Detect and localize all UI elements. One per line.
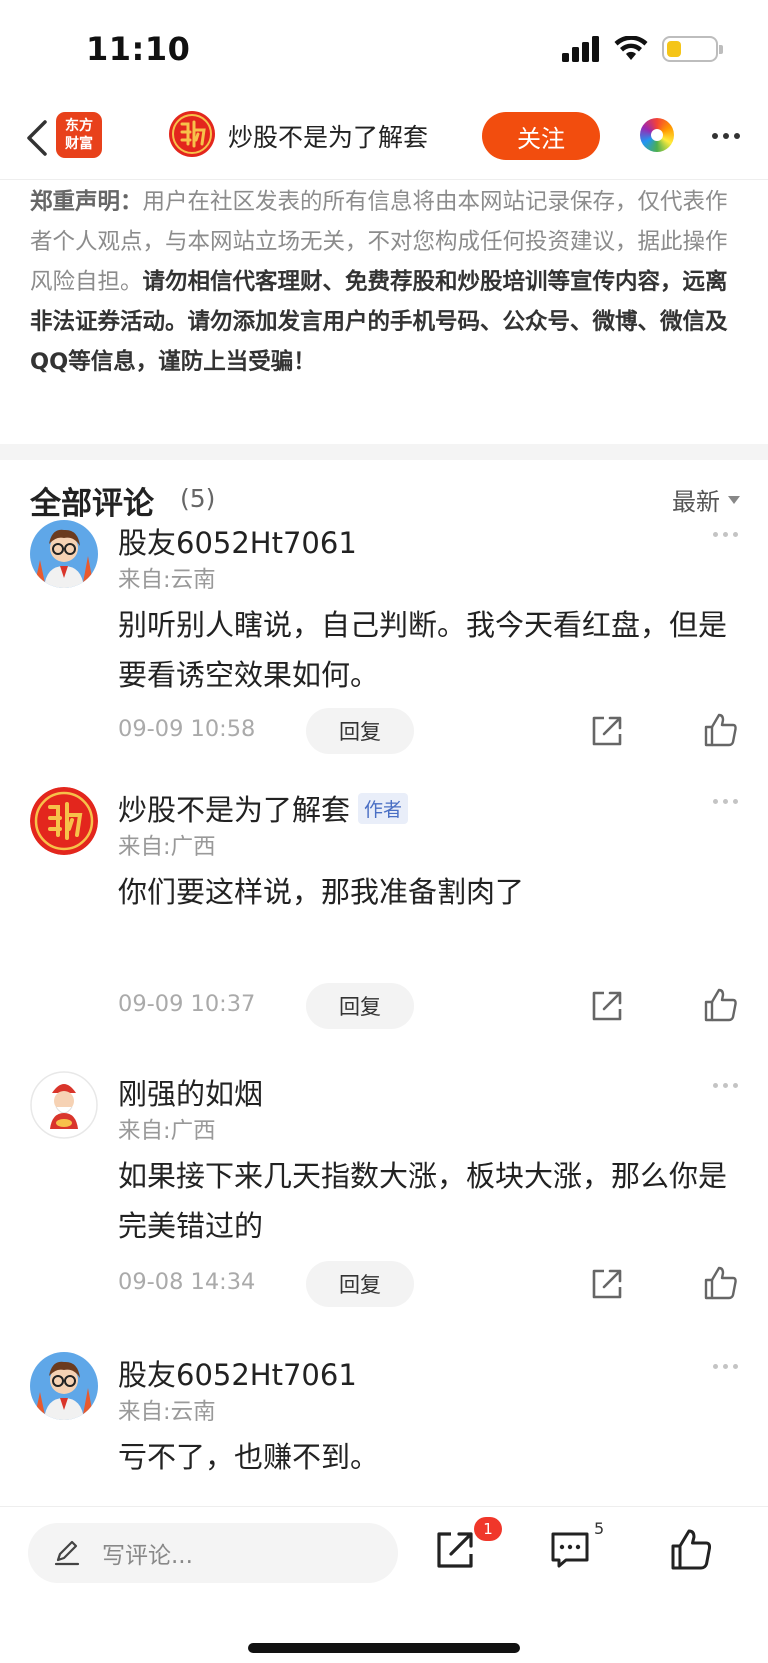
thumbs-up-icon[interactable] (670, 1527, 712, 1571)
comment-time: 09-09 10:37 (118, 991, 256, 1017)
share-count-badge: 1 (474, 1517, 502, 1541)
pen-icon (54, 1540, 80, 1566)
status-bar: 11:10 (0, 0, 768, 100)
comment-time: 09-08 14:34 (118, 1269, 256, 1295)
comment-more-button[interactable] (713, 1083, 738, 1088)
share-icon[interactable] (590, 989, 624, 1023)
user-avatar[interactable] (30, 787, 98, 855)
thumbs-up-icon[interactable] (704, 712, 738, 748)
comment-footer: 09-08 14:34 回复 (0, 1261, 768, 1307)
share-icon[interactable] (590, 714, 624, 748)
dot-icon (733, 1364, 738, 1369)
comment-text: 如果接下来几天指数大涨，板块大涨，那么你是完美错过的 (118, 1159, 728, 1243)
comment-more-button[interactable] (713, 1364, 738, 1369)
comment-username[interactable]: 刚强的如烟 (118, 1071, 263, 1113)
write-comment-placeholder: 写评论... (102, 1543, 193, 1569)
comment-footer: 09-09 10:37 回复 (0, 983, 768, 1029)
battery-icon (662, 36, 723, 62)
thumbs-up-icon[interactable] (704, 987, 738, 1023)
home-indicator (248, 1643, 520, 1653)
dot-icon (733, 799, 738, 804)
app-logo-line2: 财富 (65, 136, 93, 152)
author-badge: 作者 (358, 792, 409, 824)
dot-icon (713, 1364, 718, 1369)
dot-icon (713, 1083, 718, 1088)
user-avatar[interactable] (30, 520, 98, 588)
header-author-name[interactable]: 炒股不是为了解套 (228, 118, 428, 154)
comment-location: 来自:云南 (118, 1399, 216, 1425)
comment-item: 股友6052Ht7061 来自:云南 亏不了，也赚不到。 (0, 1352, 768, 1502)
comments-title: 全部评论 (30, 486, 154, 522)
comment-text: 亏不了，也赚不到。 (118, 1440, 380, 1474)
disclaimer: 郑重声明：用户在社区发表的所有信息将由本网站记录保存，仅代表作者个人观点，与本网… (30, 182, 740, 382)
bottom-bar: 写评论... 1 5 (0, 1506, 768, 1663)
more-options-button[interactable] (706, 116, 746, 156)
comments-count: (5) (180, 484, 216, 513)
dot-icon (733, 532, 738, 537)
caret-down-icon (728, 495, 740, 504)
comment-location: 来自:广西 (118, 1118, 216, 1144)
comments-header: 全部评论 (5) 最新 (30, 476, 740, 526)
dot-icon (723, 532, 728, 537)
section-divider (0, 444, 768, 460)
back-button[interactable] (14, 112, 60, 164)
more-dot-icon (723, 133, 729, 139)
app-logo-line1: 东方 (65, 118, 93, 134)
comment-item: 刚强的如烟 来自:广西 如果接下来几天指数大涨，板块大涨，那么你是完美错过的 0… (0, 1071, 768, 1311)
comment-footer: 09-09 10:58 回复 (0, 708, 768, 754)
comment-count: 5 (594, 1519, 605, 1538)
sort-dropdown[interactable]: 最新 (672, 482, 740, 517)
reply-button[interactable]: 回复 (306, 1261, 414, 1307)
comment-username[interactable]: 股友6052Ht7061 (118, 1352, 357, 1394)
user-avatar[interactable] (30, 1071, 98, 1139)
share-icon[interactable] (590, 1267, 624, 1301)
dot-icon (723, 1364, 728, 1369)
user-avatar[interactable] (30, 1352, 98, 1420)
comment-username-text: 股友6052Ht7061 (118, 526, 357, 560)
wifi-icon (614, 36, 648, 60)
follow-button[interactable]: 关注 (482, 112, 600, 160)
comment-username[interactable]: 炒股不是为了解套 作者 (118, 787, 409, 829)
signal-icon (562, 36, 599, 62)
sort-label: 最新 (672, 488, 720, 516)
more-dot-icon (712, 133, 718, 139)
reply-button[interactable]: 回复 (306, 708, 414, 754)
comment-icon[interactable] (550, 1531, 590, 1569)
comment-username-text: 股友6052Ht7061 (118, 1358, 357, 1392)
nav-bar: 东方 财富 炒股不是为了解套 关注 (0, 100, 768, 180)
dot-icon (713, 799, 718, 804)
dot-icon (723, 799, 728, 804)
comment-item: 股友6052Ht7061 来自:云南 别听别人瞎说，自己判断。我今天看红盘，但是… (0, 520, 768, 760)
author-avatar[interactable] (168, 110, 216, 158)
more-dot-icon (734, 133, 740, 139)
comment-item: 炒股不是为了解套 作者 来自:广西 你们要这样说，那我准备割肉了 09-09 1… (0, 787, 768, 1029)
battery-level (667, 41, 681, 57)
dot-icon (723, 1083, 728, 1088)
comment-username-text: 炒股不是为了解套 (118, 793, 351, 827)
write-comment-input[interactable]: 写评论... (28, 1523, 398, 1583)
comment-time: 09-09 10:58 (118, 716, 256, 742)
reply-button[interactable]: 回复 (306, 983, 414, 1029)
comment-more-button[interactable] (713, 799, 738, 804)
comment-more-button[interactable] (713, 532, 738, 537)
color-wheel-icon[interactable] (640, 118, 674, 152)
comment-username[interactable]: 股友6052Ht7061 (118, 520, 357, 562)
dot-icon (713, 532, 718, 537)
comment-username-text: 刚强的如烟 (118, 1077, 264, 1111)
comment-text: 你们要这样说，那我准备割肉了 (118, 875, 525, 909)
dot-icon (733, 1083, 738, 1088)
comment-location: 来自:云南 (118, 567, 216, 593)
comment-text: 别听别人瞎说，自己判断。我今天看红盘，但是要看诱空效果如何。 (118, 608, 728, 692)
status-icons (562, 36, 723, 62)
thumbs-up-icon[interactable] (704, 1265, 738, 1301)
comment-location: 来自:广西 (118, 834, 216, 860)
app-logo[interactable]: 东方 财富 (56, 112, 102, 158)
back-chevron-icon (27, 120, 47, 156)
disclaimer-lead: 郑重声明： (30, 189, 143, 215)
status-time: 11:10 (86, 30, 191, 68)
share-icon[interactable] (434, 1529, 476, 1571)
